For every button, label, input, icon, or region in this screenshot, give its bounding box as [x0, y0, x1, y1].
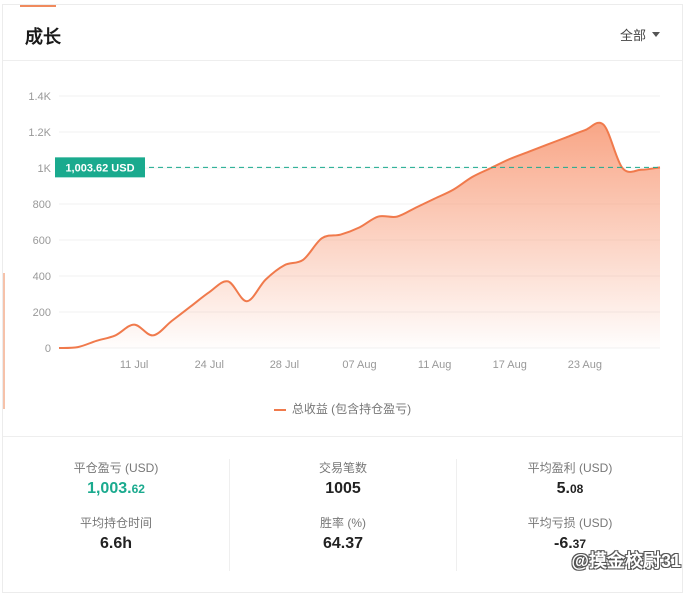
x-tick-label: 24 Jul	[195, 359, 224, 371]
y-tick-label: 200	[33, 307, 51, 319]
range-filter-dropdown[interactable]: 全部	[620, 25, 660, 44]
y-tick-label: 600	[33, 235, 51, 247]
x-tick-label: 11 Jul	[120, 359, 149, 371]
win-rate-value: 64.37	[322, 535, 364, 552]
legend-label: 总收益 (包含持仓盈亏)	[291, 402, 412, 416]
y-tick-label: 1K	[38, 163, 52, 175]
y-tick-label: 800	[33, 199, 51, 211]
closed-pnl-dec: 62	[131, 482, 145, 496]
x-tick-label: 17 Aug	[493, 359, 527, 371]
y-tick-label: 400	[33, 271, 51, 283]
trade-count-value: 1005	[325, 480, 361, 497]
stats-column-3: 平均盈利 (USD) 5.08 平均亏损 (USD) -6.37	[457, 459, 683, 555]
legend-line-swatch	[273, 408, 286, 411]
watermark-text: @摸金校尉31	[571, 551, 681, 571]
page-title: 成长	[25, 27, 61, 47]
growth-card: 成长 全部 0 200 400 600 800 1K 1.2K 1.4K 11 Jul 24 Ju…	[2, 4, 683, 593]
avg-profit-dec: 08	[569, 482, 584, 496]
closed-pnl-label: 平仓盈亏 (USD)	[73, 461, 159, 475]
growth-chart-svg: 0 200 400 600 800 1K 1.2K 1.4K 11 Jul 24 Jul 28 Ju…	[28, 91, 661, 371]
y-tick-label: 1.4K	[28, 91, 51, 103]
chart-legend[interactable]: 总收益 (包含持仓盈亏)	[3, 400, 682, 417]
x-tick-label: 23 Aug	[568, 359, 602, 371]
stats-column-2: 交易笔数 1005 胜率 (%) 64.37	[230, 459, 456, 555]
range-filter-label: 全部	[619, 28, 646, 43]
avg-loss-int: -6.	[553, 535, 573, 552]
closed-pnl-value: 1,003.62	[3, 480, 229, 500]
caret-down-icon	[652, 32, 660, 37]
series-area	[59, 122, 660, 348]
y-tick-label: 1.2K	[28, 127, 51, 139]
avg-profit-value: 5.08	[457, 480, 683, 500]
card-header: 成长 全部	[3, 5, 682, 61]
x-tick-label: 07 Aug	[342, 359, 376, 371]
stats-column-1: 平仓盈亏 (USD) 1,003.62 平均持仓时间 6.6h	[3, 459, 229, 555]
x-tick-label: 11 Aug	[418, 359, 451, 371]
avg-loss-label: 平均亏损 (USD)	[527, 516, 613, 530]
win-rate-label: 胜率 (%)	[320, 516, 366, 530]
trade-count-label: 交易笔数	[318, 461, 367, 475]
current-value-label: 1,003.62 USD	[65, 162, 134, 174]
x-tick-label: 28 Jul	[270, 359, 299, 371]
growth-chart: 0 200 400 600 800 1K 1.2K 1.4K 11 Jul 24 Jul 28 Ju…	[3, 62, 682, 436]
closed-pnl-int: 1,003.	[87, 480, 132, 497]
avg-profit-int: 5.	[556, 480, 570, 497]
y-tick-label: 0	[45, 343, 51, 355]
avg-hold-time-value: 6.6h	[99, 535, 132, 552]
avg-hold-time-label: 平均持仓时间	[79, 516, 152, 530]
avg-profit-label: 平均盈利 (USD)	[527, 461, 613, 475]
